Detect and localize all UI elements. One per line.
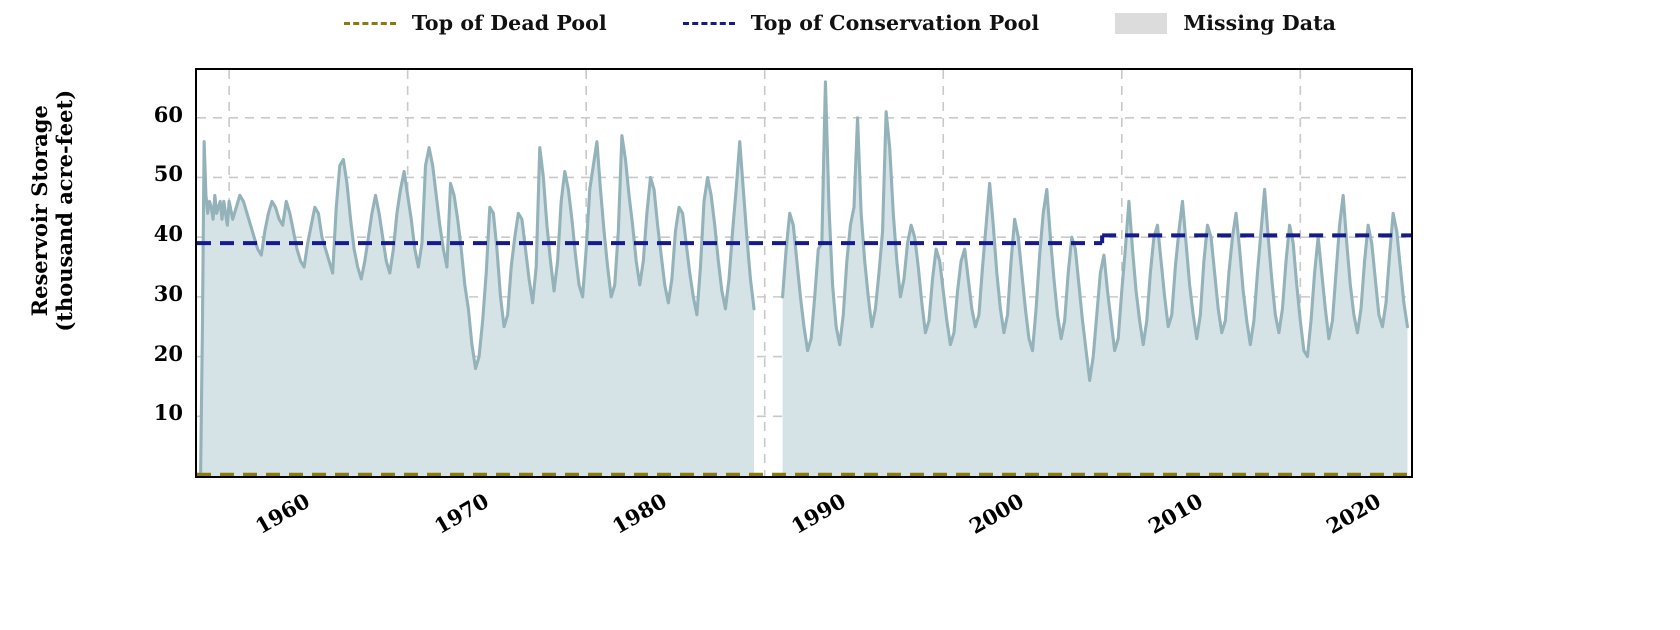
plot-svg: [197, 70, 1411, 476]
chart-root: Top of Dead Pool Top of Conservation Pool…: [0, 0, 1680, 630]
legend-entry[interactable]: Missing Data: [1115, 11, 1336, 35]
legend-label: Missing Data: [1183, 11, 1337, 35]
plot-area: [195, 68, 1413, 478]
legend-entry[interactable]: Top of Dead Pool: [343, 11, 607, 35]
data-series: [199, 80, 1409, 476]
y-tick-label: 40: [153, 221, 183, 247]
legend-swatch-dash: [682, 21, 735, 25]
y-tick-label: 20: [153, 340, 183, 366]
x-tick-label: 2020: [1322, 488, 1386, 539]
x-tick-label: 1970: [429, 488, 493, 539]
y-tick-label: 60: [153, 101, 183, 127]
y-axis-label: Reservoir Storage (thousand acre-feet): [27, 46, 78, 376]
x-tick-label: 1990: [786, 488, 850, 539]
y-axis-label-line1: Reservoir Storage: [27, 105, 53, 317]
legend-swatch-dash: [343, 21, 396, 25]
x-tick-label: 1960: [250, 488, 315, 539]
y-tick-label: 10: [153, 400, 183, 426]
x-tick-label: 2000: [965, 488, 1029, 539]
chart-legend: Top of Dead Pool Top of Conservation Pool…: [0, 6, 1680, 40]
legend-swatch-patch: [1115, 12, 1168, 34]
legend-entry[interactable]: Top of Conservation Pool: [682, 11, 1040, 35]
y-tick-label: 30: [153, 280, 183, 306]
series-area-fill: [200, 135, 755, 476]
legend-label: Top of Conservation Pool: [750, 11, 1040, 35]
legend-label: Top of Dead Pool: [411, 11, 607, 35]
x-tick-label: 1980: [608, 488, 672, 539]
y-axis-label-line2: (thousand acre-feet): [52, 89, 77, 332]
x-tick-label: 2010: [1143, 488, 1207, 539]
y-tick-label: 50: [153, 161, 183, 187]
